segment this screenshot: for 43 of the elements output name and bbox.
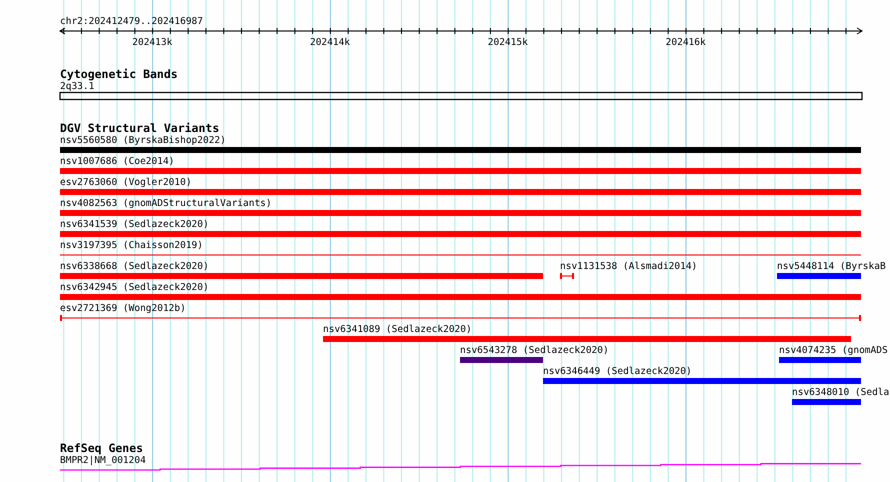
- feature-label: nsv6341539 (Sedlazeck2020): [60, 219, 209, 230]
- feature-label: nsv1007686 (Coe2014): [60, 156, 174, 167]
- feature-label: nsv6348010 (Sedla: [792, 387, 890, 398]
- feature-label: nsv5448114 (ByrskaB: [777, 261, 886, 272]
- feature-label: nsv6338668 (Sedlazeck2020): [60, 261, 209, 272]
- variant-bar[interactable]: [60, 210, 861, 216]
- variant-bar[interactable]: [792, 399, 861, 405]
- tick-label: 202414k: [310, 37, 350, 48]
- variant-bar[interactable]: [60, 168, 861, 174]
- feature-label: nsv5560580 (ByrskaBishop2022): [60, 135, 226, 146]
- variant-bar[interactable]: [60, 231, 861, 237]
- feature-label: nsv6346449 (Sedlazeck2020): [543, 366, 692, 377]
- track-title: DGV Structural Variants: [60, 121, 220, 135]
- feature-label: 2q33.1: [60, 81, 94, 92]
- location-label: chr2:202412479..202416987: [60, 16, 203, 27]
- variant-bar[interactable]: [779, 357, 861, 363]
- variant-line[interactable]: [60, 254, 861, 256]
- tick-label: 202413k: [132, 37, 172, 48]
- variant-bar[interactable]: [543, 378, 861, 384]
- variant-bar[interactable]: [60, 189, 861, 195]
- variant-bar[interactable]: [323, 336, 851, 342]
- variant-bar[interactable]: [777, 273, 861, 279]
- feature-label: nsv6342945 (Sedlazeck2020): [60, 282, 209, 293]
- feature-label: nsv1131538 (Alsmadi2014): [560, 261, 698, 272]
- track-title: RefSeq Genes: [60, 441, 144, 455]
- feature-label: nsv3197395 (Chaisson2019): [60, 240, 203, 251]
- variant-bar[interactable]: [60, 147, 861, 153]
- feature-label: esv2721369 (Wong2012b): [60, 303, 186, 314]
- feature-label: nsv4074235 (gnomADS: [779, 345, 888, 356]
- variant-bar[interactable]: [460, 357, 543, 363]
- tick-label: 202416k: [666, 37, 706, 48]
- variant-interval[interactable]: [60, 315, 861, 321]
- feature-label: nsv4082563 (gnomADStructuralVariants): [60, 198, 272, 209]
- track-title: Cytogenetic Bands: [60, 67, 178, 81]
- cytoband-outline[interactable]: [59, 92, 863, 100]
- feature-label: nsv6543278 (Sedlazeck2020): [460, 345, 609, 356]
- feature-label: BMPR2|NM_001204: [60, 455, 146, 466]
- variant-bar[interactable]: [60, 294, 861, 300]
- tick-label: 202415k: [488, 37, 528, 48]
- feature-label: esv2763060 (Vogler2010): [60, 177, 192, 188]
- variant-bar[interactable]: [60, 273, 543, 279]
- feature-label: nsv6341089 (Sedlazeck2020): [323, 324, 472, 335]
- variant-interval[interactable]: [560, 273, 574, 279]
